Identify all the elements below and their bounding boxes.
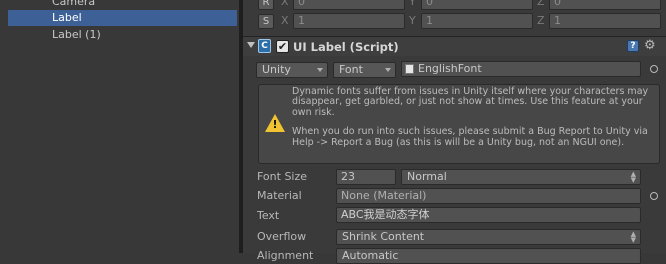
alignment-dropdown[interactable]: Automatic — [336, 248, 641, 264]
hierarchy-item-label[interactable]: Label — [8, 10, 237, 26]
updown-arrows-icon: ▲ ▼ — [630, 170, 636, 184]
component-header[interactable]: C ✔ UI Label (Script) ? ⚙ — [243, 36, 666, 56]
alignment-value: Automatic — [342, 249, 399, 262]
font-file-icon — [405, 64, 414, 74]
overflow-label: Overflow — [257, 230, 307, 243]
scale-x-field[interactable]: 1 — [293, 13, 405, 29]
scale-reset-button[interactable]: S — [258, 14, 274, 29]
rotation-x-field[interactable]: 0 — [293, 0, 405, 10]
scale-z-field[interactable]: 1 — [549, 13, 661, 29]
scale-z-label: Z — [537, 14, 545, 27]
rotation-z-label: Z — [537, 0, 545, 8]
font-style-dropdown[interactable]: Normal ▲ ▼ — [401, 169, 641, 185]
warning-paragraph-2: When you do run into such issues, please… — [292, 126, 648, 148]
text-label: Text — [257, 209, 280, 222]
scale-x-label: X — [281, 14, 289, 27]
warning-help-box: ! Dynamic fonts suffer from issues in Un… — [258, 84, 660, 164]
component-enabled-checkbox[interactable]: ✔ — [276, 40, 289, 53]
foldout-arrow-icon[interactable] — [247, 42, 255, 48]
updown-arrows-icon: ▲ ▼ — [630, 230, 636, 244]
overflow-value: Shrink Content — [342, 230, 425, 243]
hierarchy-item-camera[interactable]: Camera — [8, 0, 237, 10]
font-mode-value: Font — [339, 63, 363, 76]
warning-paragraph-1: Dynamic fonts suffer from issues in Unit… — [292, 86, 649, 118]
hierarchy-panel: Camera Label Label (1) — [0, 0, 239, 253]
object-picker-icon[interactable] — [650, 65, 658, 73]
font-size-field[interactable]: 23 — [336, 169, 396, 185]
alignment-label: Alignment — [257, 249, 314, 262]
scale-y-field[interactable]: 1 — [421, 13, 533, 29]
object-picker-icon[interactable] — [650, 192, 658, 200]
text-field[interactable]: ABC我是动态字体 — [336, 207, 641, 223]
hierarchy-item-label: Camera — [52, 0, 96, 8]
chevron-down-icon — [317, 68, 323, 72]
warning-exclamation: ! — [272, 118, 278, 131]
rotation-z-field[interactable]: 0 — [549, 0, 661, 10]
chevron-down-icon — [385, 68, 391, 72]
font-asset-value: EnglishFont — [418, 62, 482, 75]
inspector-panel: R X 0 Y 0 Z 0 S X 1 Y 1 Z 1 C ✔ UI Label… — [243, 0, 666, 264]
material-label: Material — [257, 189, 302, 202]
font-mode-dropdown[interactable]: Font — [333, 62, 396, 78]
material-field[interactable]: None (Material) — [336, 188, 641, 204]
gear-icon[interactable]: ⚙ — [644, 38, 656, 53]
rotation-y-label: Y — [409, 0, 416, 8]
font-size-label: Font Size — [257, 170, 308, 183]
font-asset-field[interactable]: EnglishFont — [401, 61, 641, 77]
font-style-value: Normal — [407, 170, 447, 183]
warning-text: Dynamic fonts suffer from issues in Unit… — [292, 86, 658, 148]
hierarchy-item-label-1[interactable]: Label (1) — [8, 27, 237, 43]
component-title: UI Label (Script) — [293, 40, 399, 54]
help-icon[interactable]: ? — [627, 40, 639, 52]
hierarchy-item-label: Label — [52, 11, 82, 24]
overflow-dropdown[interactable]: Shrink Content ▲ ▼ — [336, 229, 641, 245]
font-type-dropdown[interactable]: Unity — [256, 62, 328, 78]
font-type-value: Unity — [262, 63, 291, 76]
script-icon: C — [258, 39, 271, 53]
rotation-x-label: X — [281, 0, 289, 8]
hierarchy-item-label: Label (1) — [52, 28, 101, 41]
rotation-reset-button[interactable]: R — [258, 0, 274, 10]
rotation-y-field[interactable]: 0 — [421, 0, 533, 10]
scale-y-label: Y — [409, 14, 416, 27]
